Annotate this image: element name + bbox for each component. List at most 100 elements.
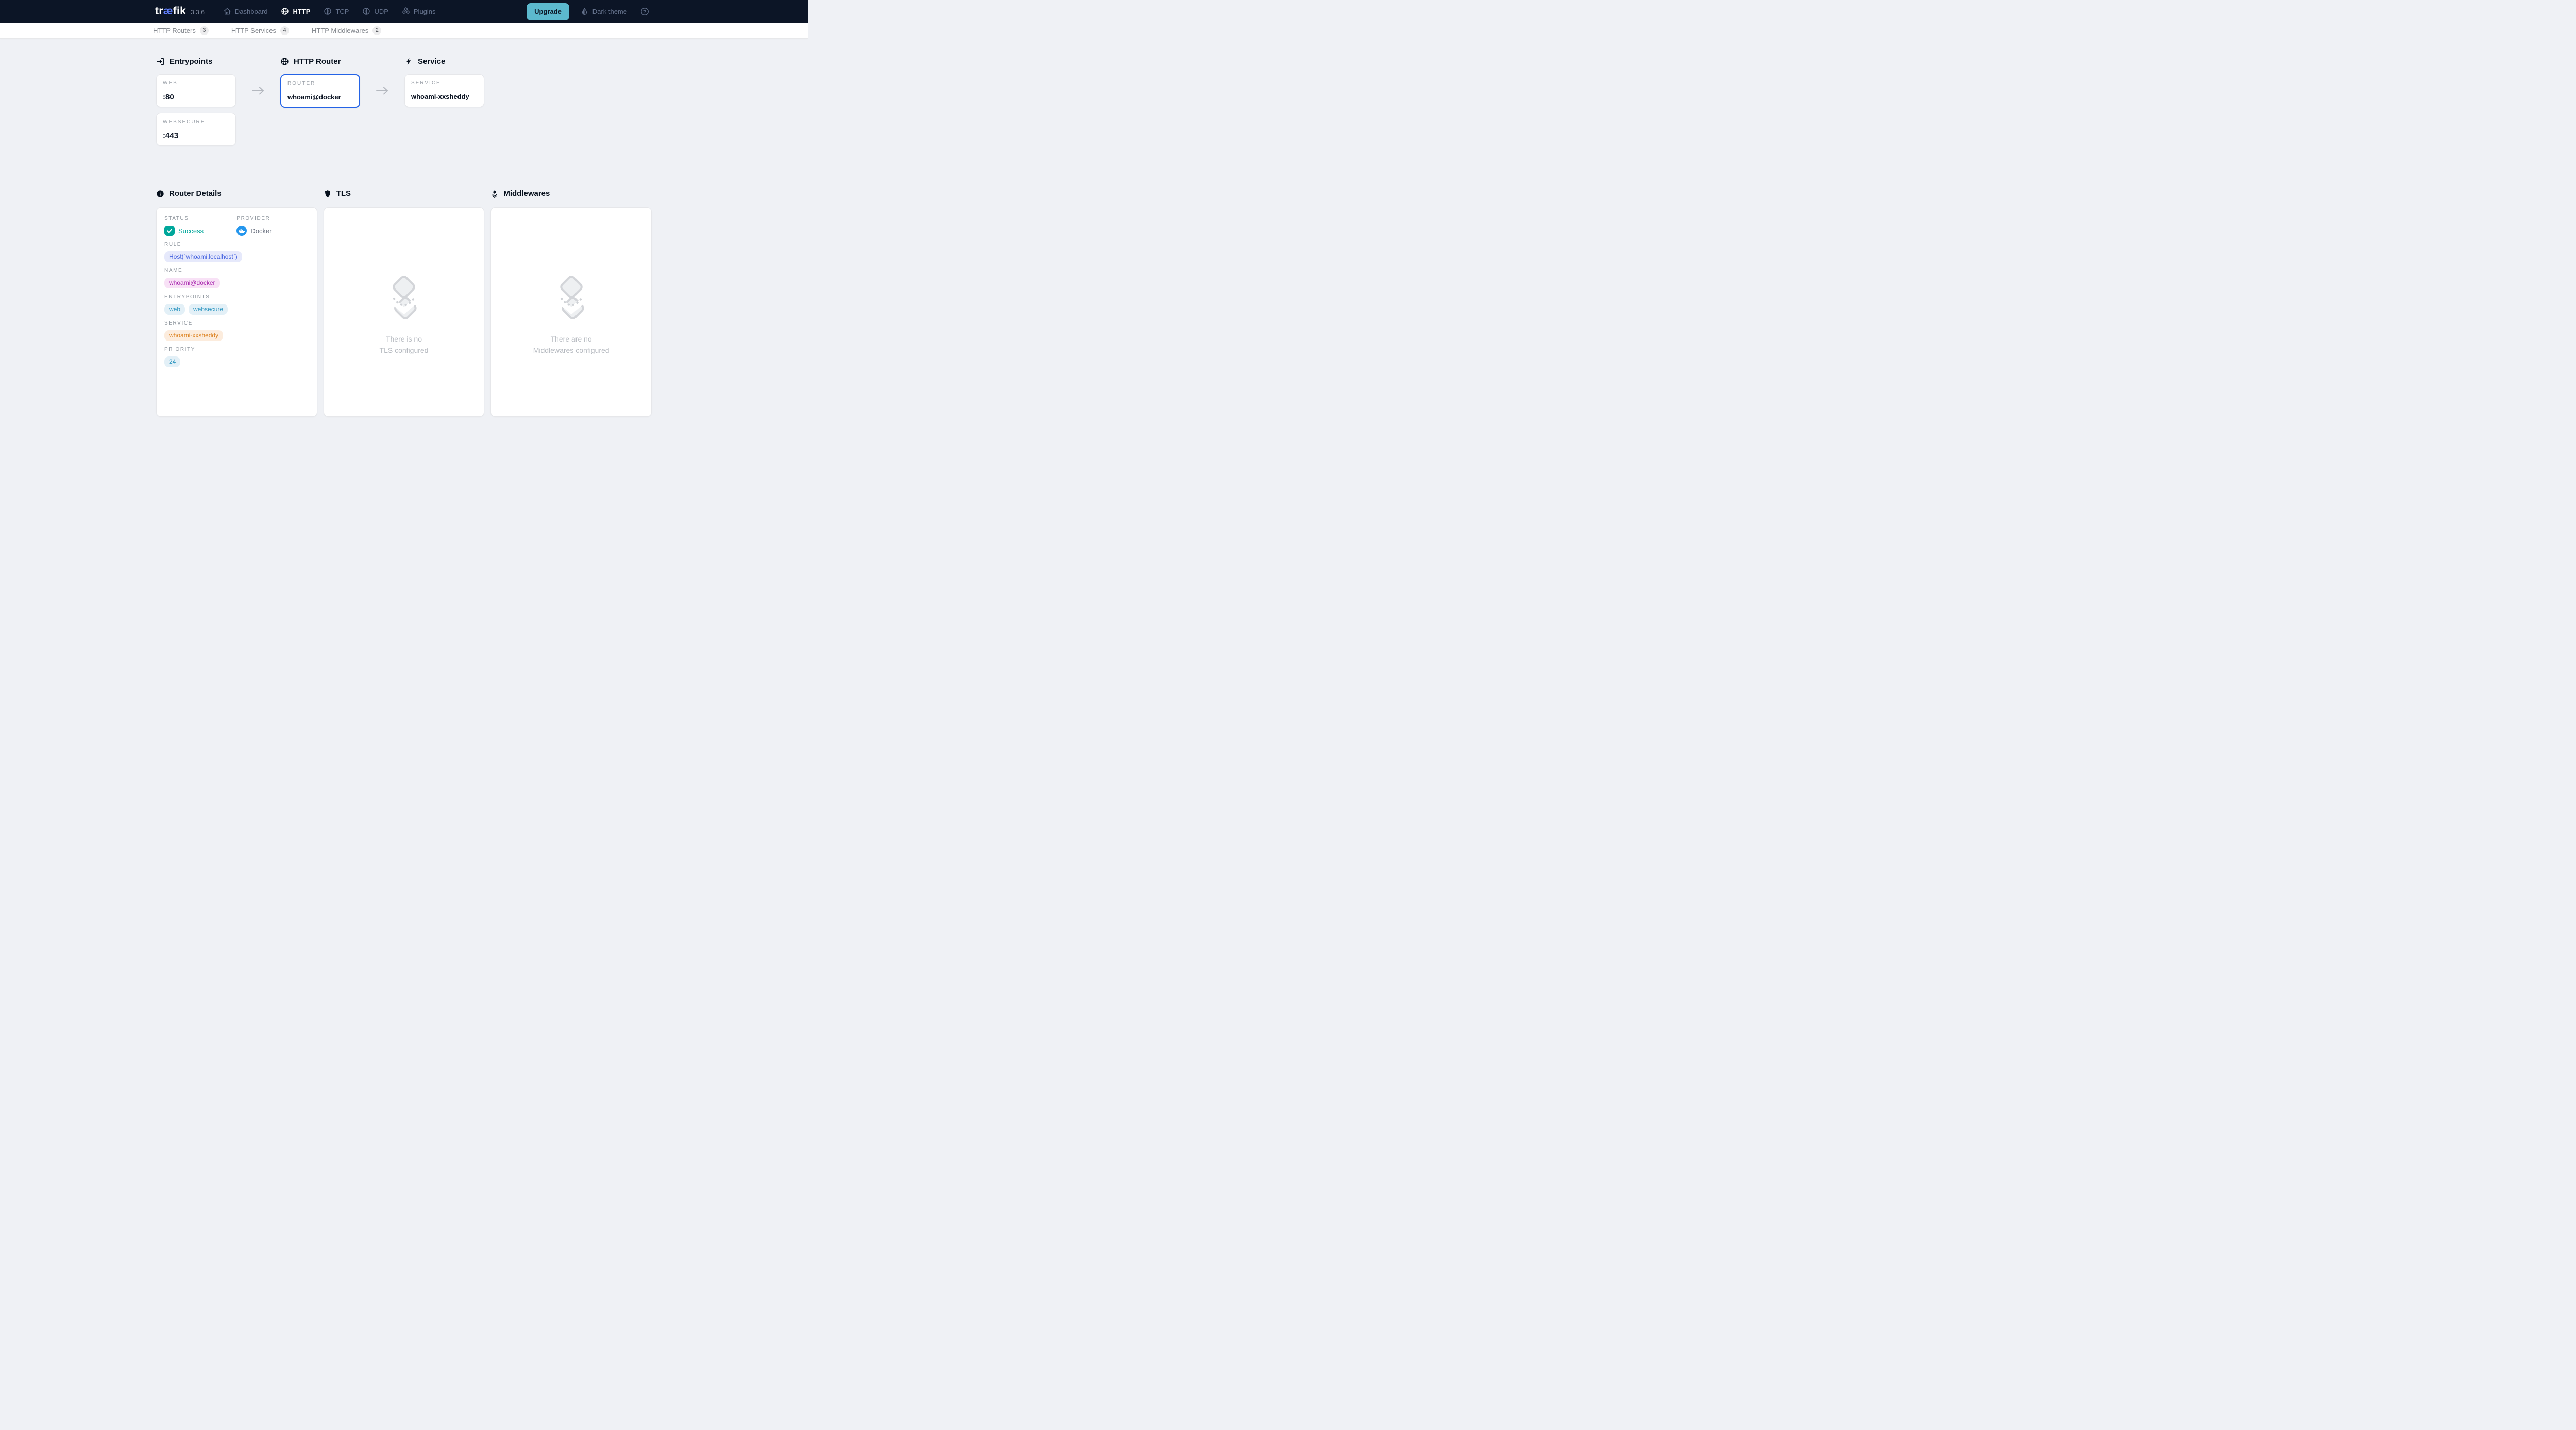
section-title: Service xyxy=(418,57,445,66)
flow-arrow xyxy=(236,74,280,107)
entrypoint-badge: web xyxy=(164,304,185,315)
http-router-section-header: HTTP Router xyxy=(280,57,360,66)
http-subnav: HTTP Routers 3 HTTP Services 4 HTTP Midd… xyxy=(0,23,808,39)
navbar-right: Upgrade Dark theme ? xyxy=(527,3,649,20)
status-provider-row: STATUS Success PROVIDER Docker xyxy=(164,216,309,236)
globe-icon xyxy=(281,7,289,15)
success-check-icon xyxy=(164,226,175,236)
top-navbar: træfik 3.3.6 Dashboard HTTP TCP UDP Plug… xyxy=(0,0,808,23)
bolt-icon xyxy=(404,57,413,66)
status-value: Success xyxy=(178,227,204,235)
help-button[interactable]: ? xyxy=(640,7,649,16)
card-value: whoami-xxsheddy xyxy=(411,93,478,100)
entrypoint-badge: websecure xyxy=(189,304,228,315)
rule-badge: Host(`whoami.localhost`) xyxy=(164,251,242,262)
card-label: WEBSECURE xyxy=(163,119,229,125)
nav-item-label: HTTP xyxy=(293,8,310,15)
tab-http-routers[interactable]: HTTP Routers 3 xyxy=(153,26,209,35)
droplet-icon xyxy=(581,8,588,15)
details-section: i Router Details TLS Middlewares STATUS … xyxy=(156,189,652,417)
status-label: STATUS xyxy=(164,216,236,222)
nav-item-label: TCP xyxy=(335,8,349,15)
tls-empty-text: There is no TLS configured xyxy=(380,333,429,356)
tab-http-middlewares[interactable]: HTTP Middlewares 2 xyxy=(312,26,381,35)
nav-item-http[interactable]: HTTP xyxy=(281,7,310,15)
spacer xyxy=(236,57,280,74)
main-content: Entrypoints HTTP Router Service WEB :80 … xyxy=(156,57,652,417)
middlewares-empty-text: There are no Middlewares configured xyxy=(533,333,609,356)
name-group: NAME whoami@docker xyxy=(164,268,309,288)
name-label: NAME xyxy=(164,268,309,274)
entrypoints-label: ENTRYPOINTS xyxy=(164,294,309,300)
name-badge: whoami@docker xyxy=(164,278,220,288)
theme-toggle-label: Dark theme xyxy=(592,8,627,15)
empty-layers-icon xyxy=(387,275,420,322)
logo-ae-ligature: æ xyxy=(163,5,173,17)
count-badge: 3 xyxy=(200,26,209,35)
router-card[interactable]: ROUTER whoami@docker xyxy=(280,74,360,108)
entrypoint-card-web[interactable]: WEB :80 xyxy=(156,74,236,107)
provider-label: PROVIDER xyxy=(236,216,309,222)
udp-icon xyxy=(362,7,370,15)
nav-item-plugins[interactable]: Plugins xyxy=(402,7,436,15)
spacer xyxy=(360,57,404,74)
tab-label: HTTP Services xyxy=(231,27,276,35)
provider-value: Docker xyxy=(250,227,272,235)
nav-item-label: Plugins xyxy=(414,8,436,15)
card-label: WEB xyxy=(163,80,229,86)
layers-icon xyxy=(490,190,499,198)
service-section-header: Service xyxy=(404,57,484,66)
middlewares-panel: There are no Middlewares configured xyxy=(490,207,652,417)
nav-item-tcp[interactable]: TCP xyxy=(324,7,349,15)
tls-header: TLS xyxy=(324,189,485,198)
tab-label: HTTP Routers xyxy=(153,27,196,35)
main-nav: Dashboard HTTP TCP UDP Plugins xyxy=(223,7,436,15)
nav-item-udp[interactable]: UDP xyxy=(362,7,388,15)
flow-arrow xyxy=(360,74,404,107)
nav-item-dashboard[interactable]: Dashboard xyxy=(223,7,268,15)
card-value: whoami@docker xyxy=(287,93,353,101)
section-title: Router Details xyxy=(169,189,222,198)
section-title: TLS xyxy=(336,189,351,198)
rule-label: RULE xyxy=(164,242,309,247)
count-badge: 2 xyxy=(372,26,381,35)
help-icon: ? xyxy=(640,7,649,16)
home-icon xyxy=(223,7,231,15)
docker-icon xyxy=(236,226,247,236)
section-title: Middlewares xyxy=(503,189,550,198)
arrow-right-icon xyxy=(251,86,265,95)
card-value: :80 xyxy=(163,93,229,101)
entrypoints-group: ENTRYPOINTS web websecure xyxy=(164,294,309,315)
login-arrow-icon xyxy=(156,57,165,66)
provider-group: PROVIDER Docker xyxy=(236,216,309,236)
priority-group: PRIORITY 24 xyxy=(164,347,309,367)
shield-icon xyxy=(324,190,332,198)
service-group: SERVICE whoami-xxsheddy xyxy=(164,320,309,341)
routing-flow: Entrypoints HTTP Router Service WEB :80 … xyxy=(156,57,652,146)
plugins-icon xyxy=(402,7,410,15)
rule-group: RULE Host(`whoami.localhost`) xyxy=(164,242,309,262)
logo-text: træfik xyxy=(155,5,186,18)
service-badge: whoami-xxsheddy xyxy=(164,330,223,341)
traefik-logo[interactable]: træfik 3.3.6 xyxy=(155,5,205,18)
svg-text:?: ? xyxy=(643,9,646,14)
nav-item-label: UDP xyxy=(374,8,388,15)
nav-item-label: Dashboard xyxy=(235,8,268,15)
upgrade-button[interactable]: Upgrade xyxy=(527,3,569,20)
status-group: STATUS Success xyxy=(164,216,236,236)
entrypoint-card-websecure[interactable]: WEBSECURE :443 xyxy=(156,113,236,146)
tab-label: HTTP Middlewares xyxy=(312,27,368,35)
service-card[interactable]: SERVICE whoami-xxsheddy xyxy=(404,74,484,107)
theme-toggle[interactable]: Dark theme xyxy=(581,8,627,15)
globe-icon xyxy=(280,57,289,66)
tab-http-services[interactable]: HTTP Services 4 xyxy=(231,26,289,35)
tls-panel: There is no TLS configured xyxy=(324,207,485,417)
arrow-right-icon xyxy=(376,86,389,95)
section-title: Entrypoints xyxy=(170,57,212,66)
router-details-panel: STATUS Success PROVIDER Docker xyxy=(156,207,317,417)
card-value: :443 xyxy=(163,131,229,140)
tcp-icon xyxy=(324,7,332,15)
priority-label: PRIORITY xyxy=(164,347,309,352)
section-title: HTTP Router xyxy=(294,57,341,66)
middlewares-empty-state: There are no Middlewares configured xyxy=(491,208,651,356)
